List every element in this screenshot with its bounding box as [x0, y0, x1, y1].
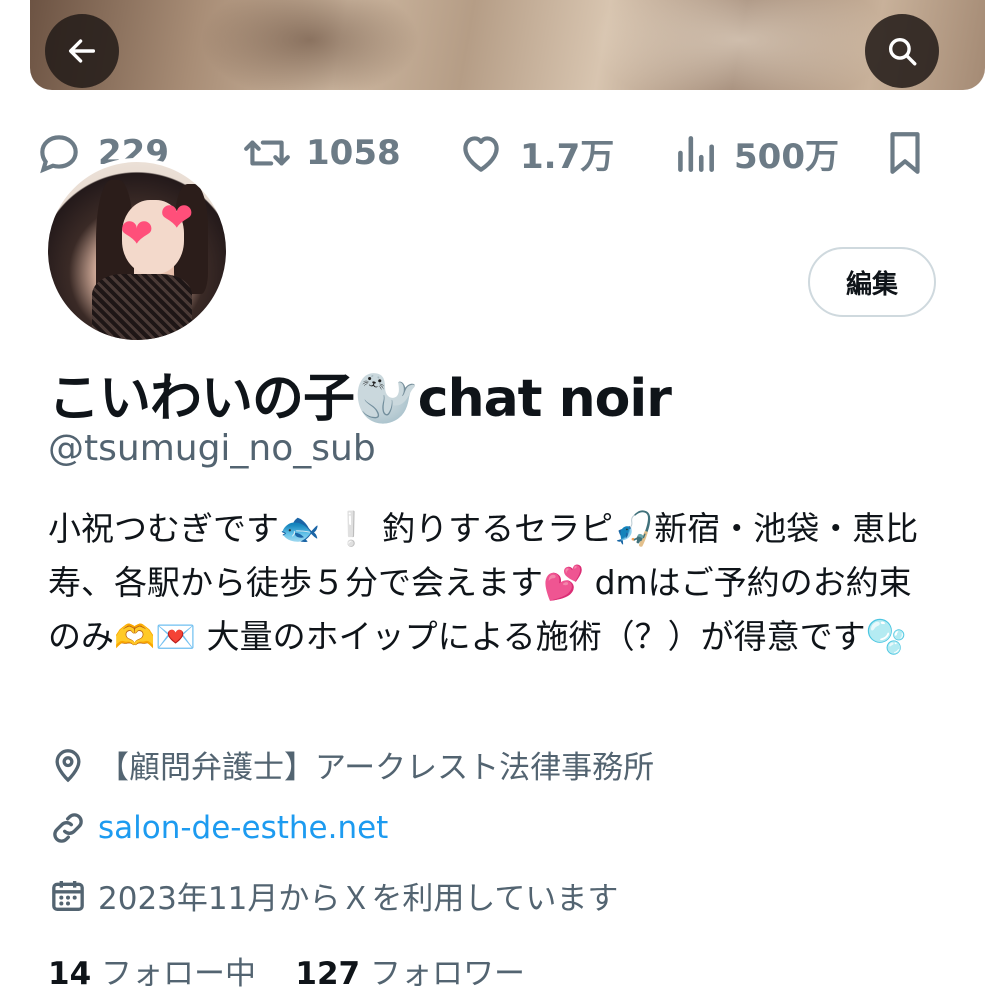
views-count: 500万 [734, 136, 839, 177]
views-action[interactable]: 500万 [670, 128, 839, 178]
repost-count: 1058 [306, 133, 401, 173]
followers-label: フォロワー [370, 956, 525, 992]
bookmark-action[interactable] [880, 128, 930, 178]
banner-fold-highlight [590, 0, 890, 90]
following-count: 14 [48, 956, 92, 992]
reply-icon [40, 135, 78, 174]
calendar-icon [52, 880, 84, 911]
like-count: 1.7万 [520, 136, 615, 177]
following-label: フォロー中 [101, 956, 256, 992]
bookmark-icon [890, 132, 920, 174]
following-link[interactable]: 14 フォロー中 [48, 956, 266, 992]
heart-icon [463, 136, 499, 172]
arrow-left-icon [68, 39, 96, 63]
link-icon [53, 813, 83, 843]
repost-action[interactable]: 1058 [242, 128, 401, 178]
profile-avatar[interactable]: ❤ ❤ [44, 158, 230, 344]
repost-icon [244, 140, 290, 166]
user-handle: @tsumugi_no_sub [48, 428, 376, 469]
website-link[interactable]: salon-de-esthe.net [98, 810, 388, 846]
follow-stats: 14 フォロー中 127 フォロワー [48, 948, 525, 993]
followers-link[interactable]: 127 フォロワー [295, 956, 525, 992]
profile-bio: 小祝つむぎです🐟 ❕ 釣りするセラピ🎣新宿・池袋・恵比寿、各駅から徒歩５分で会え… [48, 509, 919, 656]
banner-fold-shadow [200, 0, 420, 90]
views-chart-icon [678, 136, 714, 172]
like-action[interactable]: 1.7万 [456, 128, 614, 178]
website-row: salon-de-esthe.net [48, 808, 388, 848]
back-button[interactable] [45, 14, 119, 88]
display-name: こいわいの子🦭chat noir [48, 369, 672, 429]
heart-sticker-icon: ❤ [120, 211, 154, 257]
avatar-outfit [92, 274, 192, 340]
joined-row: 2023年11月からＸを利用しています [48, 873, 618, 918]
joined-text: 2023年11月からＸを利用しています [98, 881, 619, 917]
edit-profile-button[interactable]: 編集 [808, 247, 936, 317]
location-pin-icon [55, 748, 81, 782]
search-button[interactable] [865, 14, 939, 88]
location-text: 【顧問弁護士】アークレスト法律事務所 [98, 750, 655, 786]
location-row: 【顧問弁護士】アークレスト法律事務所 [48, 742, 654, 787]
heart-sticker-icon: ❤ [160, 195, 194, 241]
search-icon [888, 37, 917, 66]
profile-banner[interactable] [30, 0, 985, 90]
followers-count: 127 [295, 956, 361, 992]
